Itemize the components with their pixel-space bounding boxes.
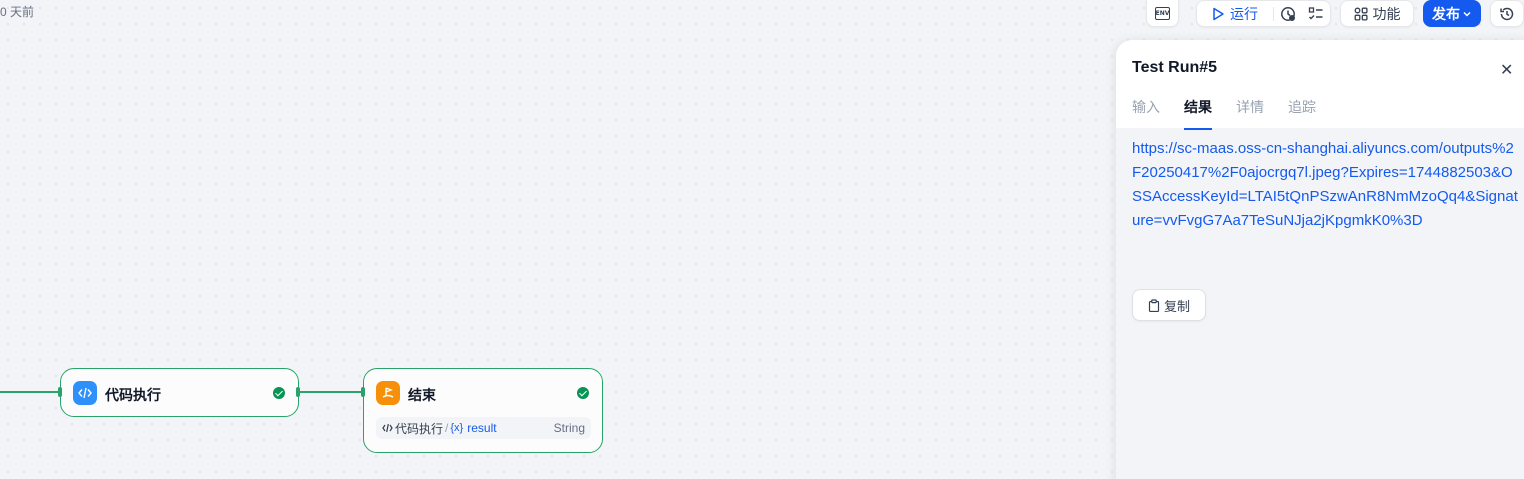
input-port[interactable] [58,387,62,397]
success-check-icon [577,387,589,399]
success-check-icon [273,387,285,399]
end-node-title: 结束 [408,387,436,403]
tab-tracing[interactable]: 追踪 [1288,97,1316,130]
copy-button[interactable]: 复制 [1132,289,1206,321]
path-separator: / [445,421,449,435]
tab-detail[interactable]: 详情 [1236,97,1264,130]
saved-status: 0 天前 [0,5,35,19]
run-button[interactable]: 运行 [1197,4,1273,24]
code-icon [73,381,97,405]
input-port[interactable] [361,387,365,397]
features-button[interactable]: 功能 [1340,0,1414,27]
edge-code-to-end [299,391,363,393]
panel-tabs: 输入 结果 详情 追踪 [1132,97,1316,130]
chevron-down-icon [1463,11,1471,17]
variable-type: String [553,421,585,435]
checklist-button[interactable] [1302,6,1330,22]
close-icon[interactable]: ✕ [1500,60,1513,80]
code-icon [382,423,393,433]
env-icon: ENV [1155,6,1170,20]
clock-play-icon [1281,6,1295,21]
copy-label: 复制 [1163,298,1190,314]
version-history-button[interactable] [1490,0,1524,27]
features-label: 功能 [1372,5,1401,22]
env-button[interactable]: ENV [1146,0,1179,27]
test-run-panel: Test Run#5 ✕ 输入 结果 详情 追踪 https://sc-maas… [1116,40,1524,479]
end-flag-icon [376,381,400,405]
code-node[interactable]: 代码执行 [58,368,300,417]
code-node-title: 代码执行 [105,387,161,403]
edge-into-code [0,391,60,393]
variable-icon: {x} [450,422,464,434]
panel-title: Test Run#5 [1132,59,1218,76]
clipboard-icon [1148,298,1160,312]
play-icon [1213,7,1224,20]
publish-button[interactable]: 发布 [1423,0,1481,27]
result-output-link[interactable]: https://sc-maas.oss-cn-shanghai.aliyuncs… [1132,137,1520,233]
publish-label: 发布 [1432,5,1460,22]
apps-icon [1354,7,1368,21]
tab-result[interactable]: 结果 [1184,97,1212,130]
run-label: 运行 [1230,5,1258,22]
tab-input[interactable]: 输入 [1132,97,1160,130]
checklist-icon [1308,6,1323,19]
history-icon [1500,7,1514,20]
variable-name: result [467,421,497,435]
variable-source: 代码执行 [382,420,443,437]
run-toolbar: 运行 [1196,0,1331,27]
panel-header: Test Run#5 ✕ 输入 结果 详情 追踪 [1116,40,1524,130]
run-history-button[interactable] [1274,6,1302,22]
output-port[interactable] [296,387,300,397]
end-node[interactable]: 结束 代码执行 / {x} result String [361,368,603,453]
output-variable-row: 代码执行 / {x} result String [376,417,591,439]
